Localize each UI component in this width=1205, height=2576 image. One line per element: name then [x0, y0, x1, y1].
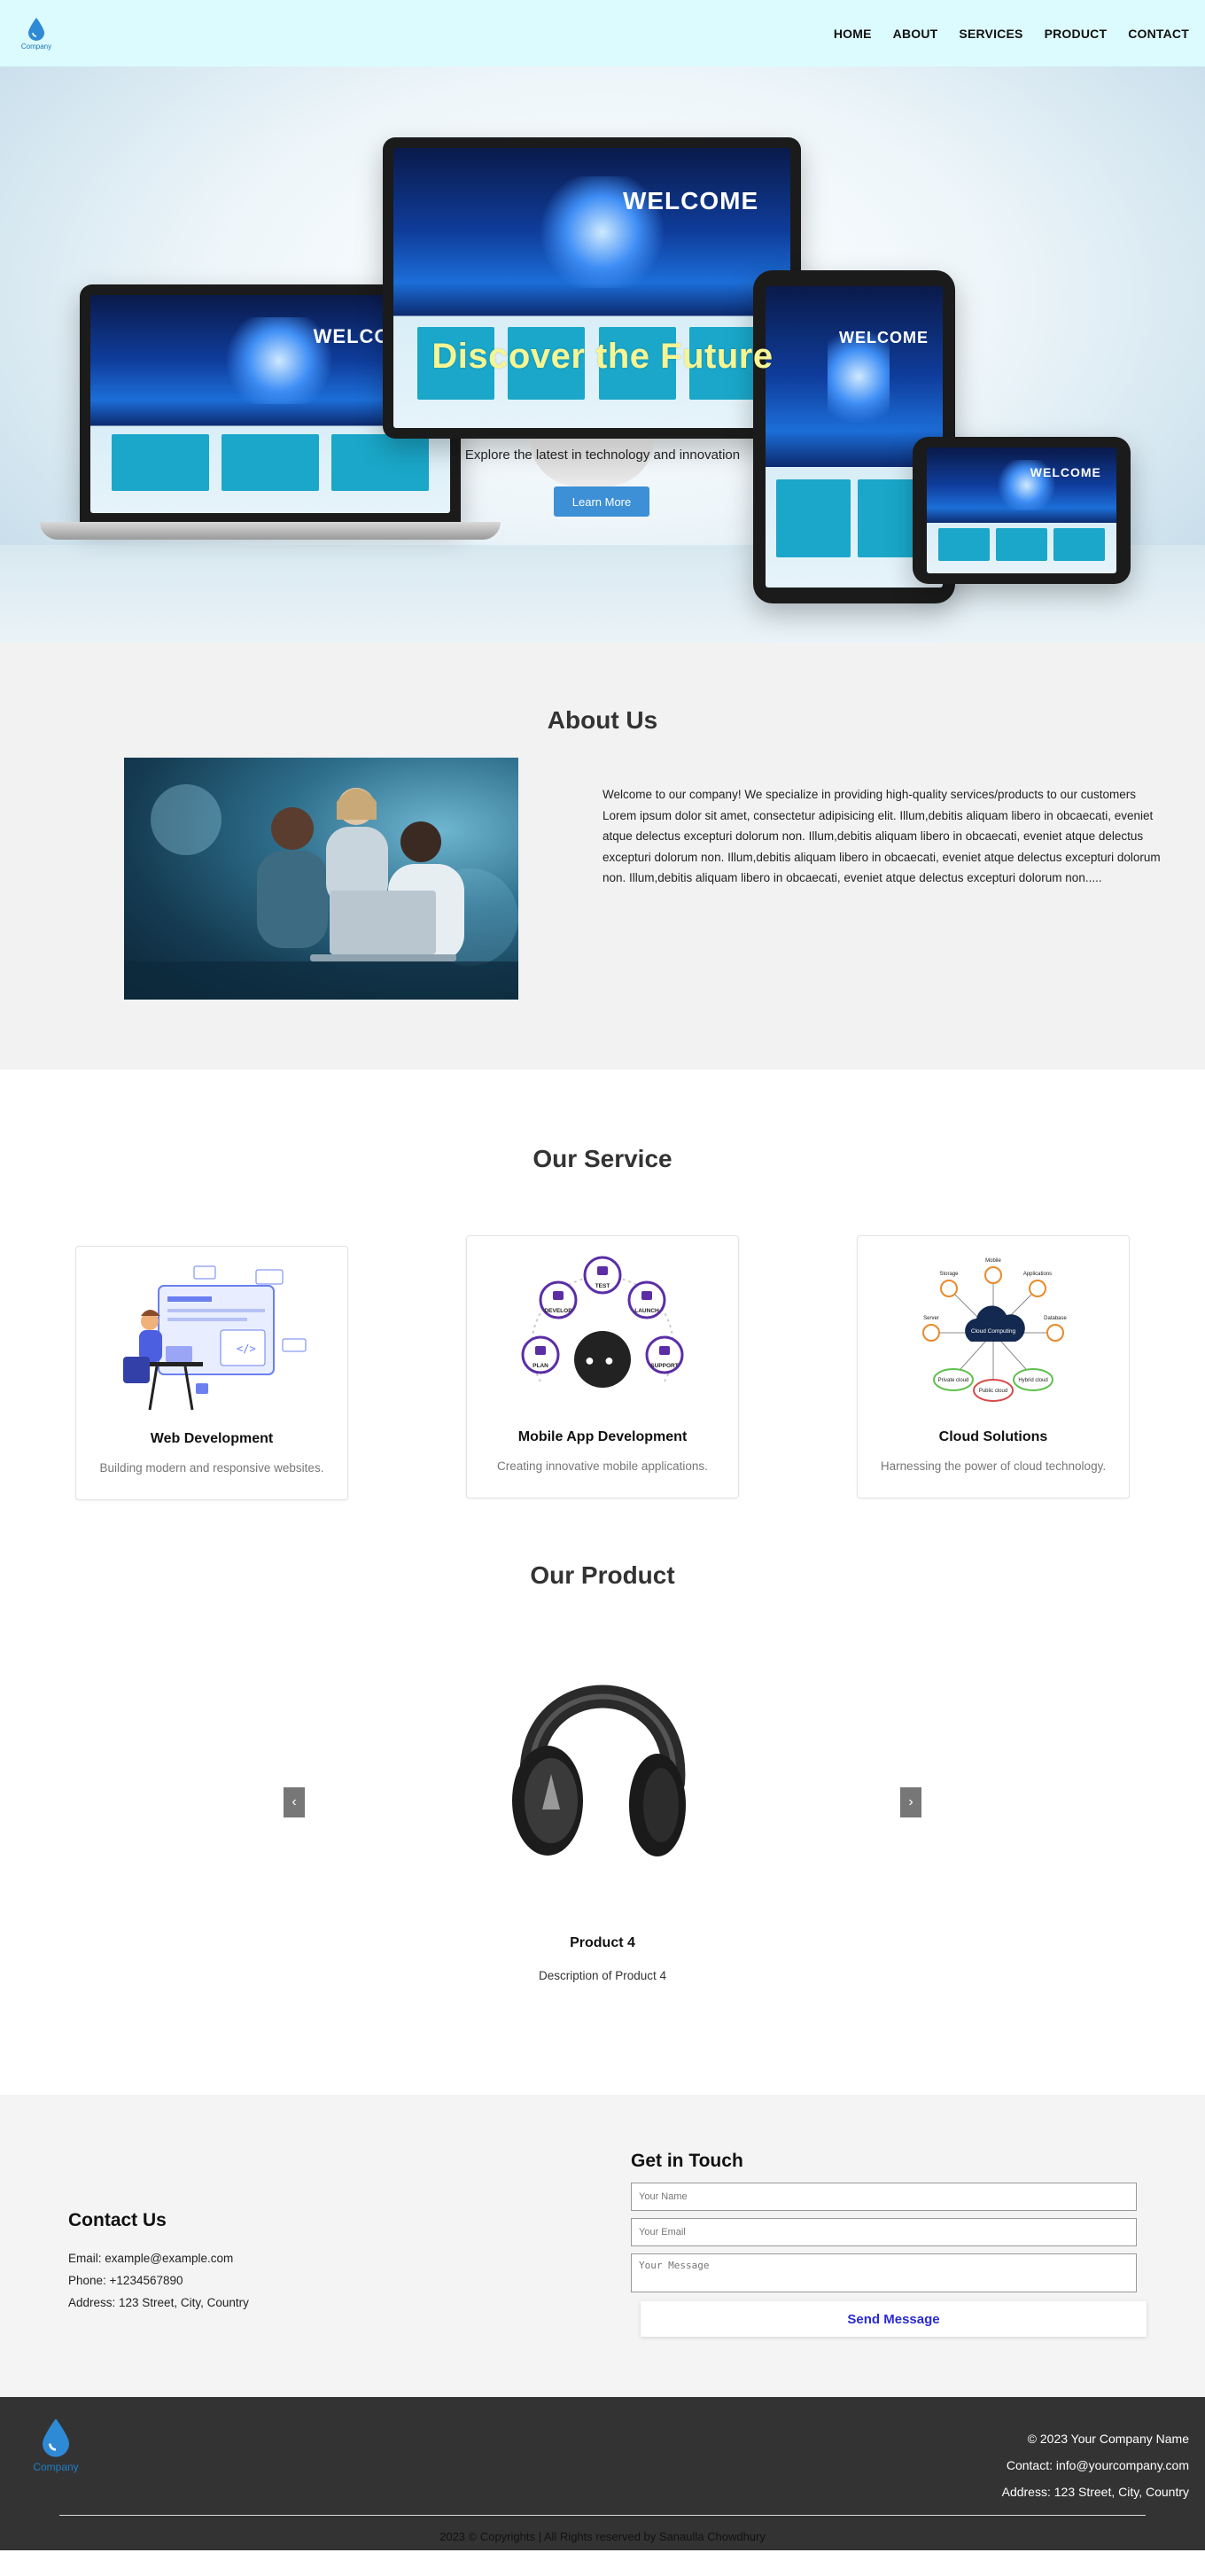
contact-address: Address: 123 Street, City, Country [68, 2296, 249, 2309]
service-card-cloud[interactable]: Cloud Computing Storage Mobile Applicati… [857, 1235, 1130, 1498]
nav-home-link[interactable]: HOME [834, 27, 872, 41]
svg-text:Mobile: Mobile [985, 1258, 1001, 1264]
hero-subtitle: Explore the latest in technology and inn… [464, 447, 741, 463]
service-card-mobile[interactable]: ● ● DEVELOP TEST LAUNCH PLAN SUPPORT Mob… [466, 1235, 739, 1498]
service-title-web: Web Development [150, 1431, 274, 1446]
company-logo[interactable]: Company [19, 14, 53, 53]
service-desc-mobile: Creating innovative mobile applications. [497, 1459, 708, 1473]
svg-text:Database: Database [1044, 1316, 1067, 1321]
svg-text:Hybrid cloud: Hybrid cloud [1018, 1378, 1047, 1383]
footer-contact: Contact: info@yourcompany.com [1006, 2458, 1189, 2472]
nav-about-link[interactable]: ABOUT [893, 27, 938, 41]
about-title: About Us [547, 706, 658, 734]
svg-text:Cloud Computing: Cloud Computing [971, 1328, 1016, 1335]
svg-text:●: ● [585, 1351, 595, 1369]
name-input[interactable] [631, 2183, 1137, 2211]
footer: Company © 2023 Your Company Name Contact… [0, 2397, 1205, 2550]
email-input[interactable] [631, 2218, 1137, 2246]
nav-contact-link[interactable]: CONTACT [1128, 27, 1189, 41]
hero-title: Discover the Future [431, 337, 774, 376]
contact-section: Contact Us Email: example@example.com Ph… [0, 2095, 1205, 2397]
product-carousel-image [496, 1632, 709, 1880]
about-section: About Us Welcome to our company! We spec… [0, 642, 1205, 1070]
navbar: Company HOME ABOUT SERVICES PRODUCT CONT… [0, 0, 1205, 66]
svg-text:Server: Server [923, 1316, 939, 1321]
svg-text:Public cloud: Public cloud [979, 1389, 1007, 1394]
cloud-computing-illustration-icon: Cloud Computing Storage Mobile Applicati… [878, 1249, 1108, 1417]
headphones-image-icon [512, 1685, 686, 1856]
logo-text: Company [20, 42, 52, 51]
mobile-app-illustration-icon: ● ● DEVELOP TEST LAUNCH PLAN SUPPORT [487, 1249, 718, 1417]
get-in-touch-title: Get in Touch [631, 2151, 743, 2171]
contact-info: Contact Us Email: example@example.com Ph… [68, 2210, 249, 2314]
services-section: Our Service </> Web Development Building… [0, 1070, 1205, 1548]
svg-text:Applications: Applications [1023, 1272, 1052, 1277]
contact-title: Contact Us [68, 2210, 167, 2230]
nav-services-link[interactable]: SERVICES [959, 27, 1022, 41]
message-textarea[interactable] [631, 2253, 1137, 2292]
about-description: Welcome to our company! We specialize in… [602, 788, 1161, 884]
contact-email: Email: example@example.com [68, 2252, 234, 2265]
service-title-cloud: Cloud Solutions [938, 1429, 1048, 1444]
product-name: Product 4 [570, 1935, 635, 1950]
nav-product-link[interactable]: PRODUCT [1045, 27, 1108, 41]
hero-monitor-image: WELCOME [383, 137, 801, 439]
hero-laptop-base [40, 522, 501, 540]
product-title: Our Product [530, 1561, 675, 1589]
svg-text:TEST: TEST [595, 1283, 610, 1289]
footer-address: Address: 123 Street, City, Country [1001, 2485, 1189, 2499]
svg-text:Storage: Storage [939, 1272, 959, 1277]
water-drop-logo-icon [43, 2418, 69, 2457]
svg-text:DEVELOP: DEVELOP [544, 1308, 572, 1314]
water-drop-logo-icon [28, 17, 44, 41]
team-at-laptop-illustration [124, 784, 518, 1000]
footer-logo[interactable]: Company [25, 2416, 87, 2479]
svg-text:Private cloud: Private cloud [938, 1378, 969, 1383]
svg-text:●: ● [604, 1351, 614, 1369]
footer-info: © 2023 Your Company Name Contact: info@y… [1002, 2425, 1189, 2505]
footer-bottom-text: 2023 © Copyrights | All Rights reserved … [439, 2530, 766, 2543]
svg-text:</>: </> [237, 1342, 256, 1355]
product-section: Our Product ‹ › Product 4 Description of… [0, 1548, 1205, 2095]
service-desc-web: Building modern and responsive websites. [99, 1461, 324, 1475]
service-title-mobile: Mobile App Development [517, 1429, 688, 1444]
footer-copyright-company: © 2023 Your Company Name [1027, 2432, 1189, 2446]
footer-divider [59, 2515, 1146, 2516]
footer-logo-text: Company [33, 2461, 79, 2473]
contact-phone: Phone: +1234567890 [68, 2274, 183, 2287]
svg-text:SUPPORT: SUPPORT [650, 1363, 678, 1369]
product-description: Description of Product 4 [538, 1969, 667, 1982]
service-desc-cloud: Harnessing the power of cloud technology… [880, 1459, 1107, 1473]
main-menu: HOME ABOUT SERVICES PRODUCT CONTACT [834, 27, 1189, 41]
carousel-next-button[interactable]: › [900, 1787, 921, 1817]
contact-form: Get in Touch Send Message [631, 2151, 1147, 2337]
web-development-illustration-icon: </> [97, 1259, 327, 1419]
svg-text:LAUNCH: LAUNCH [634, 1308, 659, 1314]
svg-text:PLAN: PLAN [533, 1363, 548, 1369]
hero-monitor-stand [530, 439, 654, 486]
carousel-prev-button[interactable]: ‹ [284, 1787, 305, 1817]
service-card-web[interactable]: </> Web Development Building modern and … [75, 1246, 348, 1500]
services-title: Our Service [533, 1145, 672, 1172]
about-team-photo [124, 758, 518, 1000]
hero-section: WELCOME WELCOME WELCOME WELCOME Discover… [0, 66, 1205, 642]
learn-more-button[interactable]: Learn More [554, 486, 649, 517]
send-message-button[interactable]: Send Message [641, 2301, 1147, 2337]
